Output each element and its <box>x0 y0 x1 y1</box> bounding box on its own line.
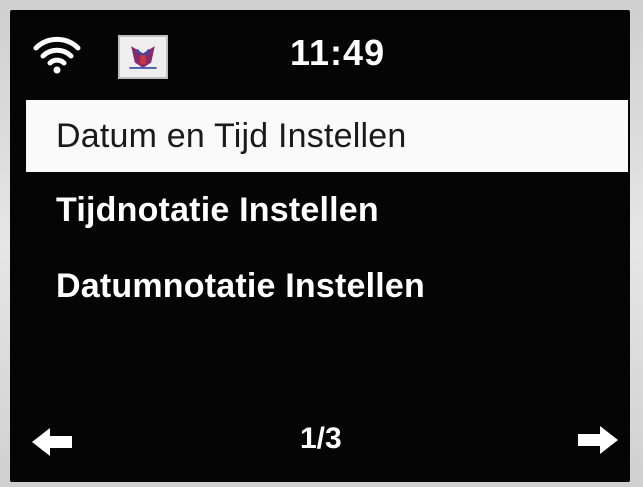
settings-menu: Datum en Tijd Instellen Tijdnotatie Inst… <box>10 100 630 324</box>
clock-time: 11:49 <box>290 32 386 73</box>
wifi-icon <box>32 30 82 74</box>
arrow-right-icon[interactable] <box>576 422 620 458</box>
menu-item-label: Datum en Tijd Instellen <box>56 116 407 155</box>
page-indicator: 1/3 <box>300 422 342 455</box>
device-bezel: 11:49 Datum en Tijd Instellen Tijdnotati… <box>0 0 643 487</box>
menu-item-label: Tijdnotatie Instellen <box>56 190 379 229</box>
station-logo-icon <box>118 35 168 79</box>
menu-item-tijdnotatie[interactable]: Tijdnotatie Instellen <box>10 172 630 248</box>
menu-item-datumnotatie[interactable]: Datumnotatie Instellen <box>10 248 630 324</box>
menu-item-datum-en-tijd[interactable]: Datum en Tijd Instellen <box>26 100 628 172</box>
status-bar: 11:49 <box>10 10 630 98</box>
menu-item-label: Datumnotatie Instellen <box>56 266 426 305</box>
footer-nav: 1/3 <box>10 410 630 470</box>
display-screen: 11:49 Datum en Tijd Instellen Tijdnotati… <box>10 10 630 482</box>
arrow-left-icon[interactable] <box>30 424 74 460</box>
